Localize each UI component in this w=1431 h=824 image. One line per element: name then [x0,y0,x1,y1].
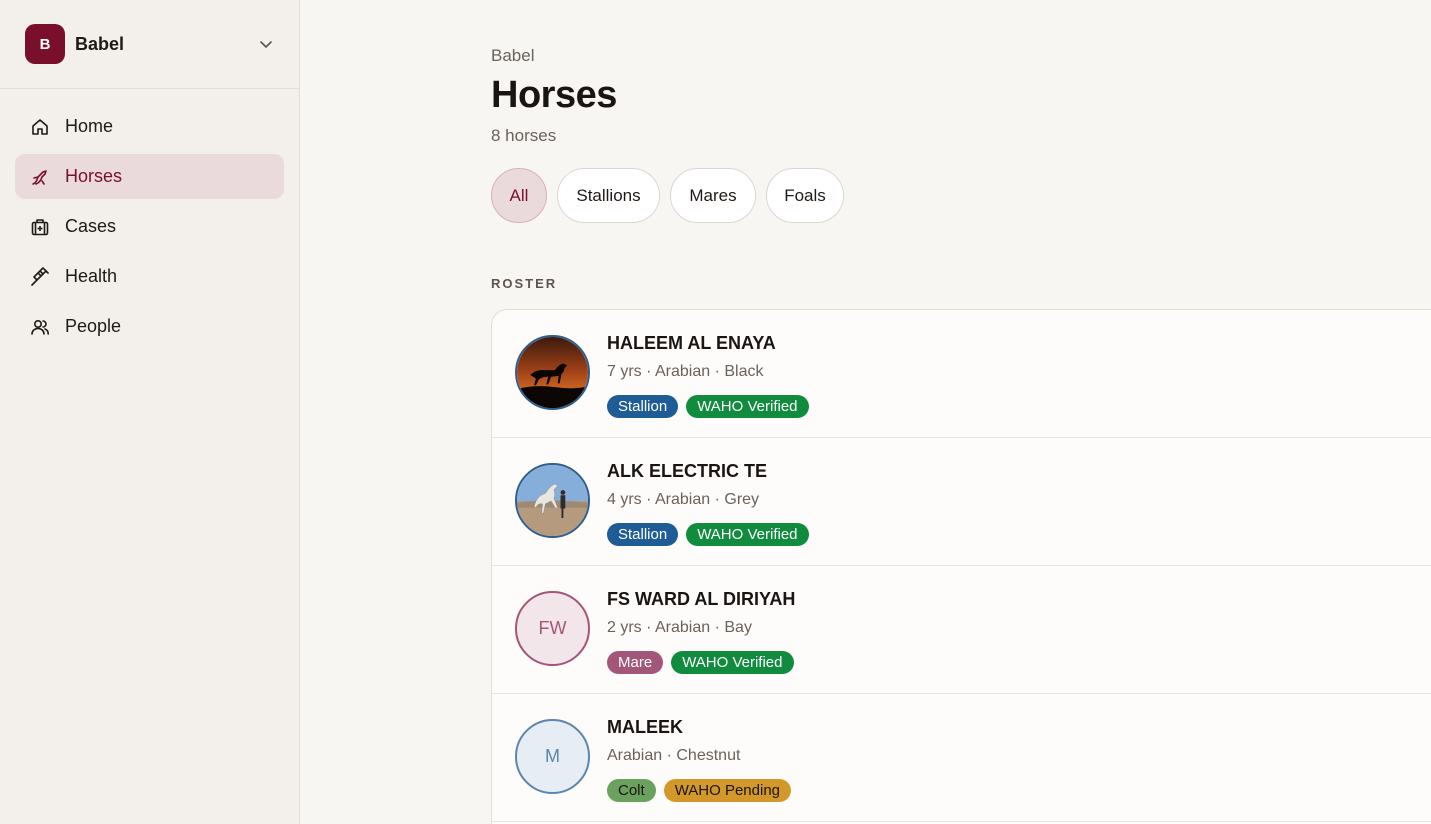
horse-avatar-initials: FW [515,591,590,666]
horse-name: HALEEM AL ENAYA [607,333,776,353]
sidebar-item-label: Health [65,266,118,286]
horse-row[interactable]: M MALEEK Arabian · Chestnut Colt WAHO Pe… [492,694,1431,822]
sidebar-item-home[interactable]: Home [15,104,284,149]
horse-tags: Stallion WAHO Verified [607,395,817,418]
horse-meta: 4 yrs · Arabian · Grey [607,491,760,508]
sex-badge: Stallion [607,523,679,546]
horse-tags: Colt WAHO Pending [607,779,799,802]
horse-avatar-photo [515,463,590,538]
sidebar-nav: Home Horses Cases Health People [0,89,299,369]
people-icon [30,317,50,337]
chevron-down-icon[interactable] [258,36,274,52]
medical-case-icon [30,217,50,237]
home-icon [30,117,50,137]
waho-badge: WAHO Verified [686,523,809,546]
horse-row[interactable]: HALEEM AL ENAYA 7 yrs · Arabian · Black … [492,310,1431,438]
breadcrumb[interactable]: Babel [491,46,534,66]
filter-all[interactable]: All [491,168,547,223]
horse-icon [30,167,50,187]
roster-heading: ROSTER [491,276,558,291]
horse-avatar-photo [515,335,590,410]
sex-badge: Colt [607,779,656,802]
sidebar-item-label: Horses [65,166,123,186]
workspace-name: Babel [75,33,125,54]
horse-name: MALEEK [607,717,683,737]
horse-name: ALK ELECTRIC TE [607,461,767,481]
sidebar-item-cases[interactable]: Cases [15,204,284,249]
horse-roster: HALEEM AL ENAYA 7 yrs · Arabian · Black … [491,309,1431,824]
horse-tags: Mare WAHO Verified [607,651,802,674]
horse-avatar-initials: M [515,719,590,794]
waho-badge: WAHO Pending [663,779,792,802]
sidebar-item-label: People [65,316,122,336]
waho-badge: WAHO Verified [671,651,794,674]
horse-tags: Stallion WAHO Verified [607,523,817,546]
syringe-icon [30,266,50,287]
sidebar-item-horses[interactable]: Horses [15,154,284,199]
horse-count: 8 horses [491,126,557,145]
filter-mares[interactable]: Mares [670,168,756,223]
sex-badge: Mare [607,651,664,674]
horse-row[interactable]: ALK ELECTRIC TE 4 yrs · Arabian · Grey S… [492,438,1431,566]
horse-name: FS WARD AL DIRIYAH [607,589,796,609]
filter-foals[interactable]: Foals [766,168,844,223]
sidebar-item-health[interactable]: Health [15,254,284,299]
sidebar-item-label: Home [65,116,114,136]
horse-meta: 2 yrs · Arabian · Bay [607,619,752,636]
horse-row[interactable]: FW FS WARD AL DIRIYAH 2 yrs · Arabian · … [492,566,1431,694]
workspace-logo: B [25,24,65,64]
filter-stallions[interactable]: Stallions [557,168,660,223]
page-title: Horses [491,74,617,116]
filter-tabs: All Stallions Mares Foals [491,168,854,223]
sidebar-item-people[interactable]: People [15,304,284,349]
horse-meta: Arabian · Chestnut [607,747,741,764]
sex-badge: Stallion [607,395,679,418]
waho-badge: WAHO Verified [686,395,809,418]
workspace-switcher[interactable]: B Babel [0,0,299,89]
sidebar-item-label: Cases [65,216,117,236]
sidebar: B Babel Home Horses Cases Health People [0,0,300,824]
horse-meta: 7 yrs · Arabian · Black [607,363,764,380]
